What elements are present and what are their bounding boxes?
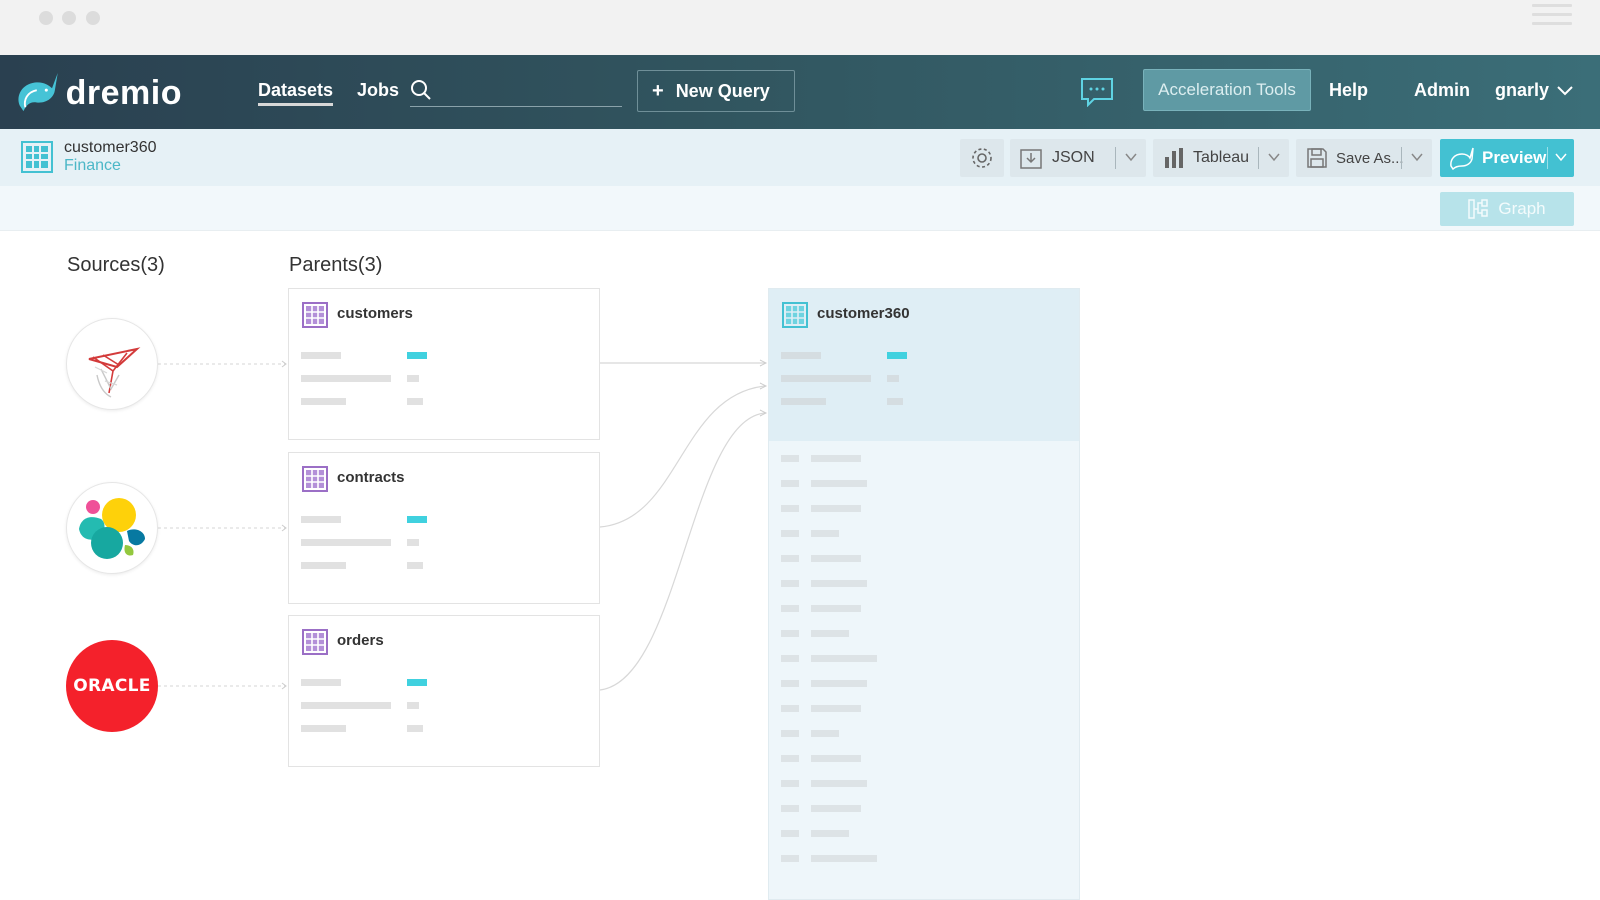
- oracle-logo-text: ORACLE: [73, 676, 151, 696]
- field-bar: [781, 398, 826, 405]
- field-bar: [781, 352, 821, 359]
- field-type-bar: [887, 352, 907, 359]
- sql-server-icon: [88, 347, 141, 398]
- elasticsearch-icon: [79, 498, 145, 559]
- parent-name: customers: [337, 305, 413, 322]
- field-bar: [301, 516, 341, 523]
- table-icon: [302, 466, 328, 492]
- field-type-bar: [407, 679, 427, 686]
- parent-name: contracts: [337, 469, 405, 486]
- field-bar: [301, 702, 391, 709]
- field-type-bar: [407, 375, 419, 382]
- parent-card-customers[interactable]: customers: [288, 288, 600, 440]
- source-elasticsearch[interactable]: [66, 482, 158, 574]
- parent-card-contracts[interactable]: contracts: [288, 452, 600, 604]
- table-icon: [302, 629, 328, 655]
- field-type-bar: [407, 562, 423, 569]
- field-bar: [781, 375, 871, 382]
- dataset-table-icon: [782, 302, 808, 328]
- source-sql-server[interactable]: [66, 318, 158, 410]
- parent-card-orders[interactable]: orders: [288, 615, 600, 767]
- field-bar: [301, 352, 341, 359]
- result-dataset-header: customer360: [769, 289, 1079, 441]
- field-type-bar: [407, 539, 419, 546]
- result-dataset-card[interactable]: customer360: [768, 288, 1080, 900]
- field-type-bar: [407, 725, 423, 732]
- field-type-bar: [887, 375, 899, 382]
- field-type-bar: [407, 516, 427, 523]
- field-type-bar: [407, 702, 419, 709]
- sources-title: Sources(3): [67, 254, 165, 276]
- field-bar: [301, 725, 346, 732]
- parent-name: orders: [337, 632, 384, 649]
- field-type-bar: [407, 398, 423, 405]
- field-bar: [301, 398, 346, 405]
- field-bar: [301, 679, 341, 686]
- field-bar: [301, 539, 391, 546]
- parent-link: [599, 385, 766, 528]
- field-bar: [301, 562, 346, 569]
- field-bar: [301, 375, 391, 382]
- source-oracle[interactable]: ORACLE: [66, 640, 158, 732]
- parents-title: Parents(3): [289, 254, 383, 276]
- field-type-bar: [407, 352, 427, 359]
- field-type-bar: [887, 398, 903, 405]
- result-name: customer360: [817, 305, 910, 322]
- table-icon: [302, 302, 328, 328]
